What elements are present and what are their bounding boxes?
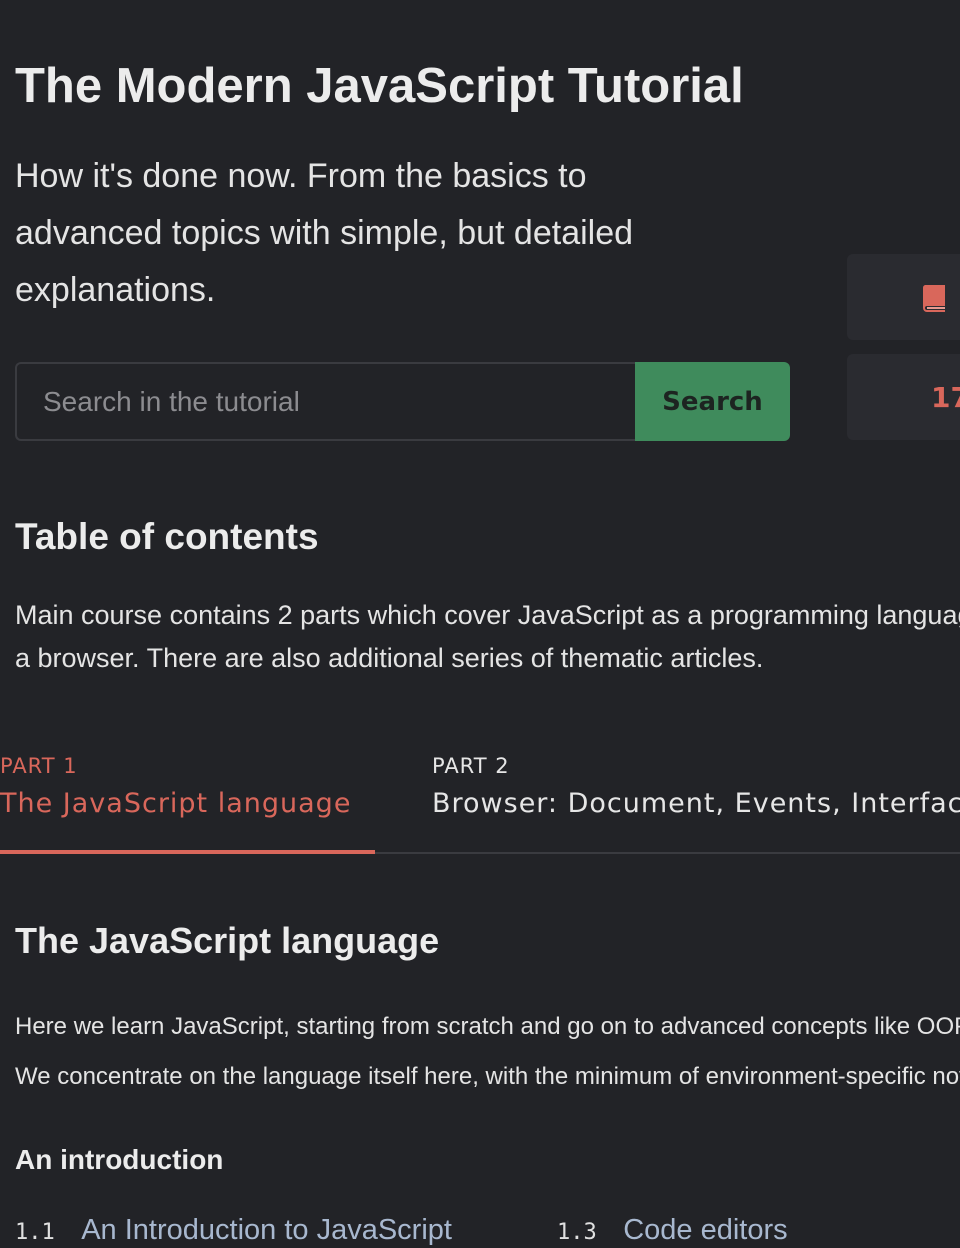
lesson-link[interactable]: Code editors bbox=[623, 1214, 787, 1246]
share-count-card[interactable]: 17 bbox=[847, 354, 960, 440]
tab-part-title: Browser: Document, Events, Interfaces bbox=[432, 788, 960, 819]
search-form: Search bbox=[15, 362, 790, 441]
page: The Modern JavaScript Tutorial How it's … bbox=[0, 0, 960, 1248]
page-title: The Modern JavaScript Tutorial bbox=[15, 59, 744, 113]
tab-part-label: PART 2 bbox=[432, 754, 510, 778]
lesson-number: 1.3 bbox=[557, 1220, 597, 1245]
lesson-link[interactable]: An Introduction to JavaScript bbox=[81, 1214, 452, 1246]
tab-part-2[interactable]: PART 2 Browser: Document, Events, Interf… bbox=[432, 752, 960, 852]
section-paragraph: We concentrate on the language itself he… bbox=[15, 1063, 960, 1090]
tab-part-title: The JavaScript language bbox=[0, 788, 352, 819]
lesson-number: 1.1 bbox=[15, 1220, 55, 1245]
section-heading: The JavaScript language bbox=[15, 920, 440, 961]
tab-part-label: PART 1 bbox=[0, 754, 78, 778]
books-card[interactable] bbox=[847, 254, 960, 340]
search-button[interactable]: Search bbox=[635, 362, 790, 441]
search-input[interactable] bbox=[15, 362, 635, 441]
toc-description: Main course contains 2 parts which cover… bbox=[15, 600, 960, 673]
lesson-item: 1.1 An Introduction to JavaScript bbox=[15, 1214, 452, 1247]
page-subtitle: How it's done now. From the basics to ad… bbox=[15, 157, 634, 309]
parts-tabs: PART 1 The JavaScript language PART 2 Br… bbox=[0, 752, 960, 854]
tab-part-1[interactable]: PART 1 The JavaScript language bbox=[0, 752, 375, 854]
toc-heading: Table of contents bbox=[15, 516, 319, 557]
book-icon bbox=[922, 284, 948, 317]
section-paragraph: Here we learn JavaScript, starting from … bbox=[15, 1013, 960, 1040]
share-count: 17 bbox=[931, 381, 960, 414]
chapter-heading: An introduction bbox=[15, 1144, 224, 1175]
lesson-item: 1.3 Code editors bbox=[557, 1214, 788, 1247]
